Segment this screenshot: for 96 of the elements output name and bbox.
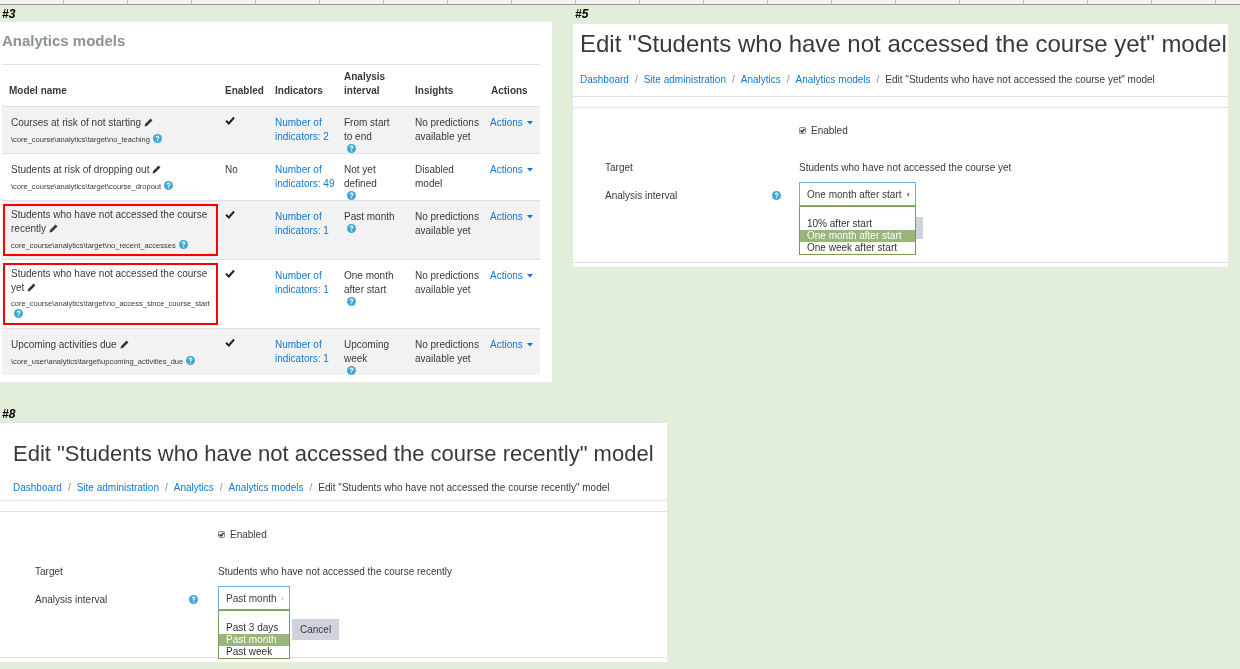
breadcrumb-link[interactable]: Site administration xyxy=(76,480,159,496)
model-name: Courses at risk of not starting xyxy=(11,115,218,130)
caret-icon xyxy=(526,273,533,278)
help-icon[interactable] xyxy=(347,143,356,153)
checkbox-label: Enabled xyxy=(811,124,848,138)
caret-icon xyxy=(526,342,533,347)
interval-text: Upcoming week xyxy=(344,337,391,366)
breadcrumb-link[interactable]: Dashboard xyxy=(580,71,629,87)
breadcrumb-link[interactable]: Analytics models xyxy=(228,480,304,496)
select-field[interactable]: Past month xyxy=(218,586,290,610)
target-value: Students who have not accessed the course yet xyxy=(799,161,1012,175)
field-label: Analysis interval xyxy=(35,593,109,607)
breadcrumb-separator: / xyxy=(786,72,790,87)
breadcrumb-link[interactable]: Analytics xyxy=(173,480,214,496)
help-icon[interactable] xyxy=(14,308,23,318)
page-title: Edit "Students who have not accessed the course yet" model xyxy=(580,30,1227,59)
caret-icon xyxy=(526,167,533,172)
column-header: Actions xyxy=(491,84,528,96)
breadcrumb-separator: / xyxy=(309,481,313,496)
field-label: Target xyxy=(605,161,634,175)
dropdown-option[interactable]: Past 3 days xyxy=(219,622,289,634)
screenshot-label: #3 xyxy=(1,6,16,22)
pencil-icon[interactable] xyxy=(152,164,162,174)
breadcrumb-current: Edit "Students who have not accessed the course recently" model xyxy=(318,481,610,496)
indicators-link[interactable]: Number of indicators: 1 xyxy=(275,268,337,297)
screenshot-label: #8 xyxy=(1,406,16,422)
insights-text: No predictions available yet xyxy=(415,116,479,142)
breadcrumb-separator: / xyxy=(164,481,168,496)
column-header: Analysis interval xyxy=(344,70,386,96)
actions-menu[interactable]: Actions xyxy=(490,209,533,224)
insights-text: No predictions available yet xyxy=(415,338,479,364)
cancel-button[interactable]: Cancel xyxy=(292,619,340,640)
caret-icon xyxy=(526,214,533,219)
breadcrumb-separator: / xyxy=(67,481,71,496)
actions-menu[interactable]: Actions xyxy=(490,268,533,283)
help-icon[interactable] xyxy=(347,365,356,375)
breadcrumb-separator: / xyxy=(876,72,880,87)
breadcrumb-link[interactable]: Site administration xyxy=(643,71,726,87)
dropdown-option[interactable]: One week after start xyxy=(800,242,915,254)
interval-text: One month after start xyxy=(344,268,395,297)
help-icon[interactable] xyxy=(347,190,356,200)
field-label: Target xyxy=(35,565,64,579)
page-title: Edit "Students who have not accessed the course recently" model xyxy=(13,441,654,468)
indicators-link[interactable]: Number of indicators: 2 xyxy=(275,115,337,144)
field-label: Analysis interval xyxy=(605,189,679,203)
checkbox-label: Enabled xyxy=(230,528,267,542)
column-header: Model name xyxy=(9,84,67,96)
help-icon[interactable] xyxy=(189,595,198,604)
column-header: Enabled xyxy=(225,84,264,96)
enabled-text: No xyxy=(225,163,238,175)
column-header: Indicators xyxy=(275,84,323,96)
interval-text: Not yet defined xyxy=(344,162,378,191)
breadcrumb-link[interactable]: Analytics xyxy=(740,71,781,87)
insights-text: No predictions available yet xyxy=(415,269,479,295)
caret-icon xyxy=(526,120,533,125)
model-name: Students who have not accessed the course yet xyxy=(11,266,209,295)
breadcrumb-separator: / xyxy=(219,481,223,496)
model-name: Students who have not accessed the course recently xyxy=(11,207,209,236)
checkbox[interactable] xyxy=(218,531,225,538)
help-icon[interactable] xyxy=(152,133,162,143)
help-icon[interactable] xyxy=(347,296,356,306)
help-icon[interactable] xyxy=(772,191,781,200)
breadcrumb-separator: / xyxy=(634,72,638,87)
help-icon[interactable] xyxy=(186,355,196,365)
updown-arrows-icon xyxy=(906,190,909,198)
pencil-icon[interactable] xyxy=(119,339,129,349)
help-icon[interactable] xyxy=(347,223,356,233)
indicators-link[interactable]: Number of indicators: 1 xyxy=(275,209,337,238)
screenshot-label: #5 xyxy=(574,6,589,22)
model-name: Upcoming activities due xyxy=(11,337,218,352)
dropdown-option[interactable]: Past week xyxy=(219,646,289,658)
column-header: Insights xyxy=(415,84,454,96)
indicators-link[interactable]: Number of indicators: 49 xyxy=(275,162,337,191)
breadcrumb-current: Edit "Students who have not accessed the course yet" model xyxy=(885,72,1155,87)
pencil-icon[interactable] xyxy=(27,282,37,292)
dropdown-option[interactable]: 10% after start xyxy=(800,218,915,230)
breadcrumb-separator: / xyxy=(731,72,735,87)
breadcrumb-link[interactable]: Dashboard xyxy=(13,480,62,496)
checkbox[interactable] xyxy=(799,127,806,134)
actions-menu[interactable]: Actions xyxy=(490,115,533,130)
pencil-icon[interactable] xyxy=(144,117,154,127)
target-value: Students who have not accessed the course recently xyxy=(218,565,453,579)
indicators-link[interactable]: Number of indicators: 1 xyxy=(275,337,337,366)
page-title: Analytics models xyxy=(2,31,126,51)
interval-text: Past month xyxy=(344,209,395,224)
actions-menu[interactable]: Actions xyxy=(490,337,533,352)
help-icon[interactable] xyxy=(164,180,174,190)
breadcrumb-link[interactable]: Analytics models xyxy=(795,71,871,87)
model-name: Students at risk of dropping out xyxy=(11,162,218,177)
insights-text: Disabled model xyxy=(415,163,454,189)
actions-menu[interactable]: Actions xyxy=(490,162,533,177)
insights-text: No predictions available yet xyxy=(415,210,479,236)
help-icon[interactable] xyxy=(178,239,188,249)
pencil-icon[interactable] xyxy=(49,223,58,233)
interval-text: From start to end xyxy=(344,115,391,144)
select-field[interactable]: One month after start xyxy=(799,182,916,206)
